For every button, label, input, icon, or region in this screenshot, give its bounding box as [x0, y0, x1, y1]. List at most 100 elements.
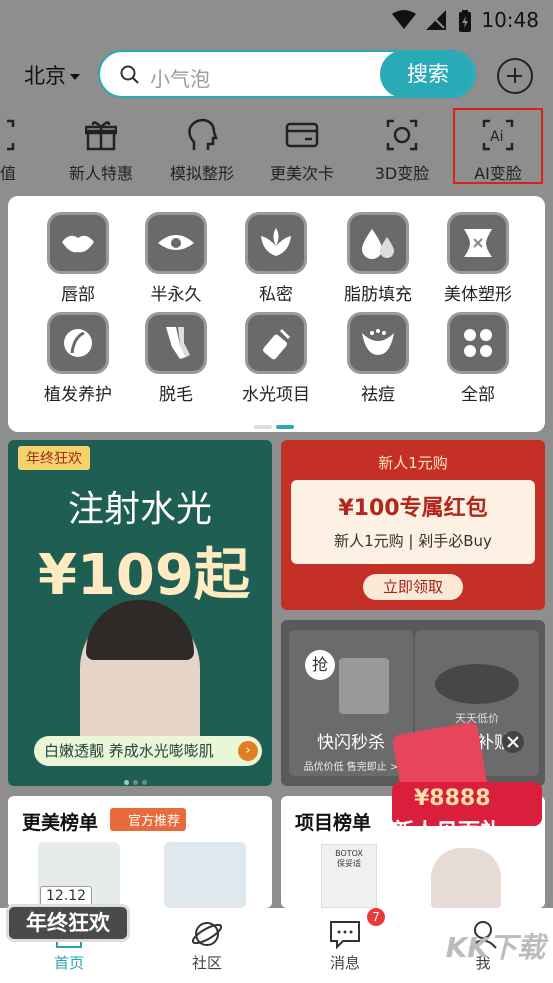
category-item[interactable]: 水光项目 [226, 312, 326, 405]
status-bar: 10:48 [0, 0, 553, 38]
hair-icon [64, 329, 92, 357]
quick-nav-label: 颜值 [0, 164, 16, 183]
search-bar[interactable]: 小气泡 搜索 [98, 50, 476, 98]
no-signal-icon [426, 10, 446, 30]
category-item[interactable]: 脱毛 [126, 312, 226, 405]
quick-nav: 颜值 新人特惠 模拟整形 更美次卡 3D变脸 Ai AI变脸 [0, 108, 553, 196]
search-button[interactable]: 搜索 [380, 52, 474, 96]
face-profile-icon [188, 118, 218, 150]
gift-icon [85, 121, 117, 151]
rank-title: 项目榜单 [295, 812, 372, 834]
highlight-box [453, 108, 543, 184]
watermark: KK下载 [445, 931, 545, 964]
card-icon [285, 122, 319, 148]
category-label: 全部 [461, 385, 495, 405]
chat-icon [330, 921, 360, 949]
tab-community[interactable]: 社区 [138, 908, 276, 973]
page-indicator [254, 414, 298, 433]
promo-banner-red-packet[interactable]: 新人1元购 ¥100专属红包 新人1元购 | 剁手必Buy 立即领取 [281, 440, 545, 610]
category-label: 植发养护 [44, 385, 112, 405]
city-label: 北京 [24, 64, 66, 88]
search-input[interactable]: 小气泡 [150, 63, 210, 92]
category-label: 美体塑形 [444, 285, 512, 305]
battery-icon [459, 10, 471, 32]
quick-nav-item[interactable]: 更美次卡 [252, 116, 352, 184]
gift-amount: ¥8888 [414, 786, 491, 811]
category-item[interactable]: 半永久 [126, 212, 226, 305]
legs-icon [166, 327, 190, 359]
botox-box: BOTOX 保妥适 [321, 844, 377, 908]
carousel-dots [124, 770, 151, 786]
header: 北京 小气泡 搜索 [0, 38, 553, 108]
eye-icon [158, 235, 194, 250]
quick-nav-item[interactable]: 3D变脸 [352, 116, 452, 184]
gift-text: 新人见面礼 [392, 820, 503, 845]
tab-label: 社区 [191, 954, 222, 972]
planet-icon [191, 922, 223, 946]
quick-nav-label: 3D变脸 [374, 164, 430, 183]
claim-button[interactable]: 立即领取 [363, 574, 463, 600]
event-label: 年终狂欢 [6, 904, 130, 942]
category-label: 唇部 [61, 285, 95, 305]
promo-price: ¥109起 [38, 543, 250, 608]
quick-nav-item[interactable]: 模拟整形 [152, 116, 252, 184]
category-item[interactable]: 植发养护 [28, 312, 128, 405]
category-item[interactable]: 美体塑形 [428, 212, 528, 305]
city-selector[interactable]: 北京 [24, 60, 80, 90]
promo-title: 注射水光 [67, 489, 212, 530]
brand-name-cn: 保妥适 [337, 859, 361, 868]
wifi-icon [392, 10, 416, 29]
red-packet-subtitle: 新人1元购 | 剁手必Buy [334, 532, 492, 550]
quick-nav-label: 更美次卡 [269, 164, 334, 183]
red-packet-heading: 新人1元购 [378, 454, 448, 472]
category-item[interactable]: 全部 [428, 312, 528, 405]
doctor-thumb [164, 842, 246, 908]
promo-tag: 年终狂欢 [18, 446, 90, 470]
event-date: 12.12 [40, 886, 92, 906]
category-panel: 唇部 半永久 私密 脂肪填充 美体塑形 植发养护 脱毛 水光项目 祛痘 全部 [8, 196, 545, 432]
lips-icon [62, 235, 94, 253]
red-packet-card: ¥100专属红包 新人1元购 | 剁手必Buy [291, 480, 535, 564]
quick-nav-item[interactable]: 颜值 [0, 116, 50, 184]
grab-badge: 抢 [305, 650, 335, 680]
coupon-image [339, 658, 389, 714]
promo-banner-hydra[interactable]: 年终狂欢 注射水光 ¥109起 白嫩透靓 养成水光嘭嘭肌 › [8, 440, 272, 786]
category-item[interactable]: 私密 [226, 212, 326, 305]
event-floating-badge[interactable]: 12.12 年终狂欢 [6, 886, 130, 946]
category-item[interactable]: 祛痘 [328, 312, 428, 405]
acne-icon [362, 329, 394, 355]
brand-name: BOTOX [335, 849, 363, 858]
chevron-right-icon: › [238, 741, 258, 761]
category-label: 水光项目 [242, 385, 310, 405]
official-tag: 官方推荐 [110, 808, 187, 831]
category-item[interactable]: 唇部 [28, 212, 128, 305]
tab-messages[interactable]: 消息 [276, 908, 414, 973]
promo-slogan-pill: 白嫩透靓 养成水光嘭嘭肌 › [34, 736, 262, 766]
category-label: 半永久 [150, 285, 202, 305]
category-label: 祛痘 [361, 385, 395, 405]
add-icon[interactable] [497, 58, 533, 94]
body-icon [464, 229, 492, 257]
grid-icon [464, 329, 492, 357]
product-image [435, 664, 519, 704]
category-label: 脂肪填充 [344, 285, 412, 305]
tab-label: 消息 [329, 954, 360, 972]
caret-down-icon [70, 74, 80, 80]
drops-icon [362, 229, 394, 259]
category-label: 私密 [259, 285, 293, 305]
category-label: 脱毛 [159, 385, 193, 405]
quick-nav-label: 模拟整形 [169, 164, 234, 183]
promo-slogan: 白嫩透靓 养成水光嘭嘭肌 [44, 742, 214, 760]
tab-label: 首页 [53, 954, 84, 972]
quick-nav-label: 新人特惠 [68, 164, 133, 183]
red-packet-amount: ¥100专属红包 [338, 496, 488, 521]
quick-nav-item[interactable]: 新人特惠 [51, 116, 151, 184]
face-3d-icon [386, 119, 418, 151]
category-item[interactable]: 脂肪填充 [328, 212, 428, 305]
syringe-icon [263, 328, 291, 360]
flower-icon [261, 228, 291, 256]
message-count-badge: 7 [367, 908, 385, 926]
rank-title: 更美榜单 [22, 812, 99, 834]
face-scan-icon [7, 119, 15, 151]
clock: 10:48 [481, 8, 539, 32]
